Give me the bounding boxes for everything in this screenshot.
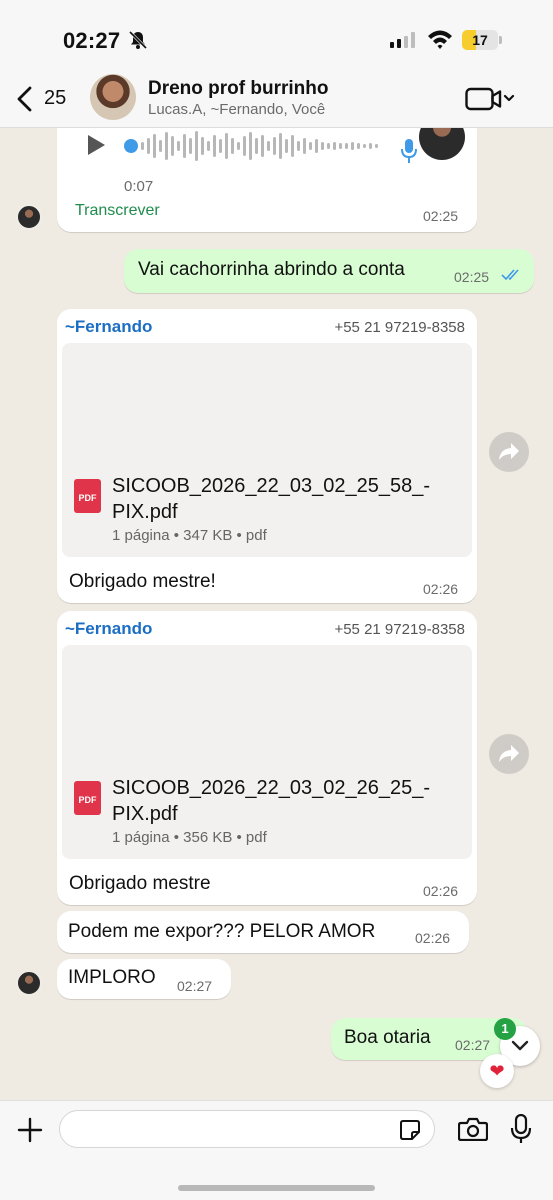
forward-icon (499, 745, 519, 762)
back-chevron-icon[interactable] (14, 86, 36, 112)
transcribe-button[interactable]: Transcrever (75, 202, 160, 220)
chat-header: 25 Dreno prof burrinho Lucas.A, ~Fernand… (0, 70, 553, 128)
message-time: 02:25 (423, 208, 459, 224)
message-composer (0, 1100, 553, 1200)
file-meta: 1 página • 356 KB • pdf (112, 829, 267, 846)
unread-badge: 1 (494, 1018, 516, 1040)
message-text: Vai cachorrinha abrindo a conta (138, 259, 405, 280)
audio-duration: 0:07 (124, 178, 154, 195)
sender-name[interactable]: ~Fernando (65, 619, 152, 639)
audio-waveform[interactable] (123, 128, 385, 166)
file-name: SICOOB_2026_22_03_02_25_58_-PIX.pdf (112, 475, 431, 523)
message-time: 02:27 (177, 978, 213, 994)
document-message[interactable]: ~Fernando +55 21 97219-8358 PDF SICOOB_2… (57, 309, 477, 603)
message-time: 02:26 (423, 581, 459, 597)
sender-phone: +55 21 97219-8358 (334, 621, 465, 638)
video-call-icon[interactable] (465, 87, 515, 111)
microphone-icon[interactable] (510, 1114, 532, 1144)
message-time: 02:26 (423, 883, 459, 899)
sticker-icon[interactable] (399, 1119, 421, 1141)
pdf-attachment[interactable]: PDF SICOOB_2026_22_03_02_25_58_-PIX.pdf … (62, 343, 472, 557)
sender-avatar[interactable] (16, 970, 42, 996)
group-avatar[interactable] (90, 74, 136, 120)
status-bar: 02:27 17 (0, 0, 553, 70)
camera-icon[interactable] (458, 1117, 488, 1141)
battery-icon: 17 (462, 30, 498, 50)
play-icon[interactable] (85, 134, 107, 156)
document-message[interactable]: ~Fernando +55 21 97219-8358 PDF SICOOB_2… (57, 611, 477, 905)
forward-button[interactable] (489, 432, 529, 472)
chevron-down-icon (511, 1040, 529, 1051)
message-bubble-incoming[interactable]: Podem me expor??? PELOR AMOR 02:26 (57, 911, 469, 953)
forward-icon (499, 443, 519, 460)
sender-name[interactable]: ~Fernando (65, 317, 152, 337)
sender-photo (419, 128, 465, 160)
sender-phone: +55 21 97219-8358 (334, 319, 465, 336)
voice-mic-icon (401, 139, 417, 163)
home-indicator (178, 1185, 375, 1191)
message-time: 02:27 (455, 1037, 491, 1053)
forward-button[interactable] (489, 734, 529, 774)
plus-icon[interactable] (17, 1117, 43, 1143)
heart-reaction[interactable]: ❤ (480, 1054, 514, 1088)
pdf-file-icon: PDF (74, 479, 101, 513)
message-text: IMPLORO (68, 967, 156, 988)
status-time: 02:27 (63, 28, 121, 53)
wifi-icon (428, 30, 452, 49)
cell-signal-icon (390, 32, 415, 48)
unread-count[interactable]: 25 (44, 87, 66, 110)
read-receipt-icon (501, 269, 519, 281)
chat-participants[interactable]: Lucas.A, ~Fernando, Você (148, 101, 325, 118)
pdf-attachment[interactable]: PDF SICOOB_2026_22_03_02_26_25_-PIX.pdf … (62, 645, 472, 859)
message-input[interactable] (59, 1110, 435, 1148)
message-caption: Obrigado mestre! (69, 571, 216, 592)
file-meta: 1 página • 347 KB • pdf (112, 527, 267, 544)
chat-title[interactable]: Dreno prof burrinho (148, 78, 328, 100)
message-text: Boa otaria (344, 1027, 431, 1048)
message-bubble-incoming[interactable]: IMPLORO 02:27 (57, 959, 231, 999)
message-time: 02:25 (454, 269, 490, 285)
message-caption: Obrigado mestre (69, 873, 211, 894)
message-bubble-outgoing[interactable]: Vai cachorrinha abrindo a conta 02:25 (124, 249, 534, 293)
message-text: Podem me expor??? PELOR AMOR (68, 921, 376, 942)
file-name: SICOOB_2026_22_03_02_26_25_-PIX.pdf (112, 777, 431, 825)
audio-message[interactable]: 0:07 Transcrever 02:25 (57, 128, 477, 232)
bell-muted-icon (128, 30, 148, 50)
message-time: 02:26 (415, 930, 451, 946)
pdf-file-icon: PDF (74, 781, 101, 815)
battery-level: 17 (472, 32, 488, 48)
chat-area[interactable]: 0:07 Transcrever 02:25 Vai cachorrinha a… (0, 128, 553, 1100)
sender-avatar[interactable] (16, 204, 42, 230)
